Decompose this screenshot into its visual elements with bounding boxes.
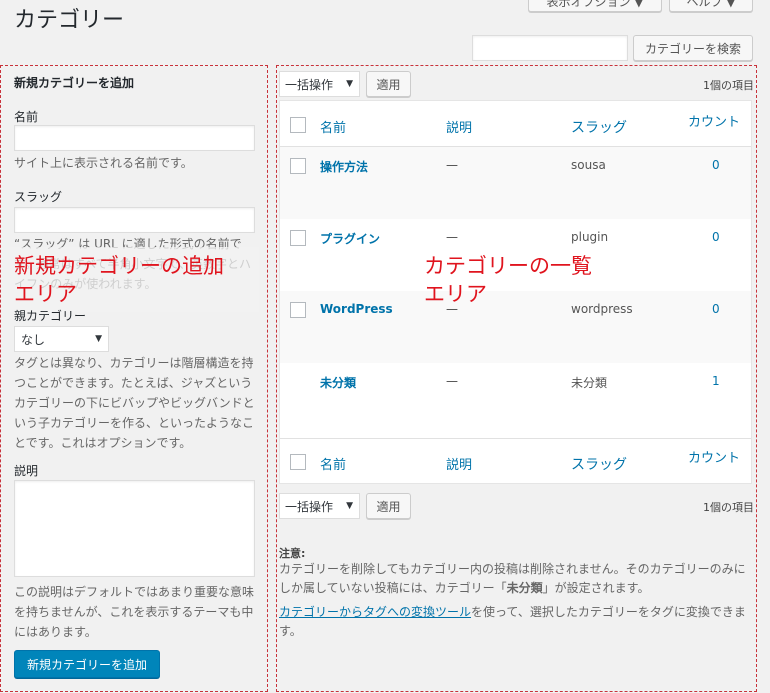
slug-label: スラッグ: [14, 190, 63, 204]
note-title: 注意:: [279, 547, 306, 560]
parent-select[interactable]: なし ▼: [14, 326, 109, 352]
column-slug-footer[interactable]: スラッグ: [571, 454, 627, 474]
name-input[interactable]: [14, 125, 255, 151]
item-count-top: 1個の項目: [703, 79, 754, 92]
row-checkbox[interactable]: [290, 230, 306, 246]
annotation-add-area: 新規カテゴリーの追加 エリア: [14, 254, 224, 306]
dropdown-arrow-icon: ▼: [346, 79, 353, 89]
category-count-link[interactable]: 1: [712, 374, 720, 388]
category-slug: sousa: [571, 158, 606, 172]
category-description: —: [446, 158, 458, 172]
category-slug: 未分類: [571, 376, 608, 390]
category-name-link[interactable]: 操作方法: [320, 158, 368, 175]
item-count-bottom: 1個の項目: [703, 501, 754, 514]
bulk-action-select-top[interactable]: 一括操作 ▼: [279, 71, 360, 97]
name-label: 名前: [14, 110, 39, 124]
category-name-link[interactable]: 未分類: [320, 374, 356, 391]
category-count-link[interactable]: 0: [712, 230, 720, 244]
row-checkbox[interactable]: [290, 158, 306, 174]
column-description-footer: 説明: [446, 458, 473, 473]
select-all-checkbox-footer[interactable]: [290, 454, 306, 470]
description-help: この説明はデフォルトではあまり重要な意味を持ちませんが、これを表示するテーマも中…: [14, 585, 255, 639]
dropdown-arrow-icon: ▼: [95, 334, 102, 344]
description-textarea[interactable]: [14, 480, 255, 577]
select-all-checkbox[interactable]: [290, 117, 306, 133]
column-description: 説明: [446, 121, 473, 136]
add-category-heading: 新規カテゴリーを追加: [14, 76, 135, 90]
bulk-action-select-bottom[interactable]: 一括操作 ▼: [279, 493, 360, 519]
screen-options-button[interactable]: 表示オプション ▼: [528, 0, 662, 12]
parent-description: タグとは異なり、カテゴリーは階層構造を持つことができます。たとえば、ジャズという…: [14, 356, 255, 450]
dropdown-arrow-icon: ▼: [346, 501, 353, 511]
column-slug[interactable]: スラッグ: [571, 117, 627, 137]
parent-label: 親カテゴリー: [14, 309, 87, 323]
table-footer: 名前 説明 スラッグ カウント: [280, 438, 751, 484]
description-label: 説明: [14, 464, 39, 478]
table-header: 名前 説明 スラッグ カウント: [280, 101, 751, 147]
table-row: 操作方法 — sousa 0: [280, 147, 751, 219]
apply-button-top[interactable]: 適用: [366, 71, 411, 97]
name-description: サイト上に表示される名前です。: [14, 156, 193, 170]
category-count-link[interactable]: 0: [712, 158, 720, 172]
category-name-link[interactable]: プラグイン: [320, 230, 380, 247]
category-name-link[interactable]: WordPress: [320, 302, 393, 316]
table-row: 未分類 — 未分類 1: [280, 363, 751, 435]
column-name[interactable]: 名前: [320, 117, 346, 136]
column-count[interactable]: カウント: [688, 111, 740, 130]
category-slug: plugin: [571, 230, 609, 244]
converter-link[interactable]: カテゴリーからタグへの変換ツール: [279, 605, 471, 619]
annotation-list-area: カテゴリーの一覧 エリア: [424, 254, 592, 306]
row-checkbox[interactable]: [290, 302, 306, 318]
note-text: カテゴリーを削除してもカテゴリー内の投稿は削除されません。そのカテゴリーのみにし…: [279, 562, 746, 595]
category-description: —: [446, 374, 458, 388]
add-category-button[interactable]: 新規カテゴリーを追加: [14, 650, 160, 678]
search-input[interactable]: [472, 35, 628, 61]
page-title: カテゴリー: [14, 8, 125, 33]
category-description: —: [446, 230, 458, 244]
apply-button-bottom[interactable]: 適用: [366, 493, 411, 519]
help-button[interactable]: ヘルプ ▼: [669, 0, 753, 12]
search-categories-button[interactable]: カテゴリーを検索: [633, 35, 753, 61]
column-name-footer[interactable]: 名前: [320, 454, 346, 473]
column-count-footer[interactable]: カウント: [688, 447, 740, 466]
slug-input[interactable]: [14, 207, 255, 233]
category-count-link[interactable]: 0: [712, 302, 720, 316]
note-converter: カテゴリーからタグへの変換ツールを使って、選択したカテゴリーをタグに変換できます…: [279, 605, 746, 638]
